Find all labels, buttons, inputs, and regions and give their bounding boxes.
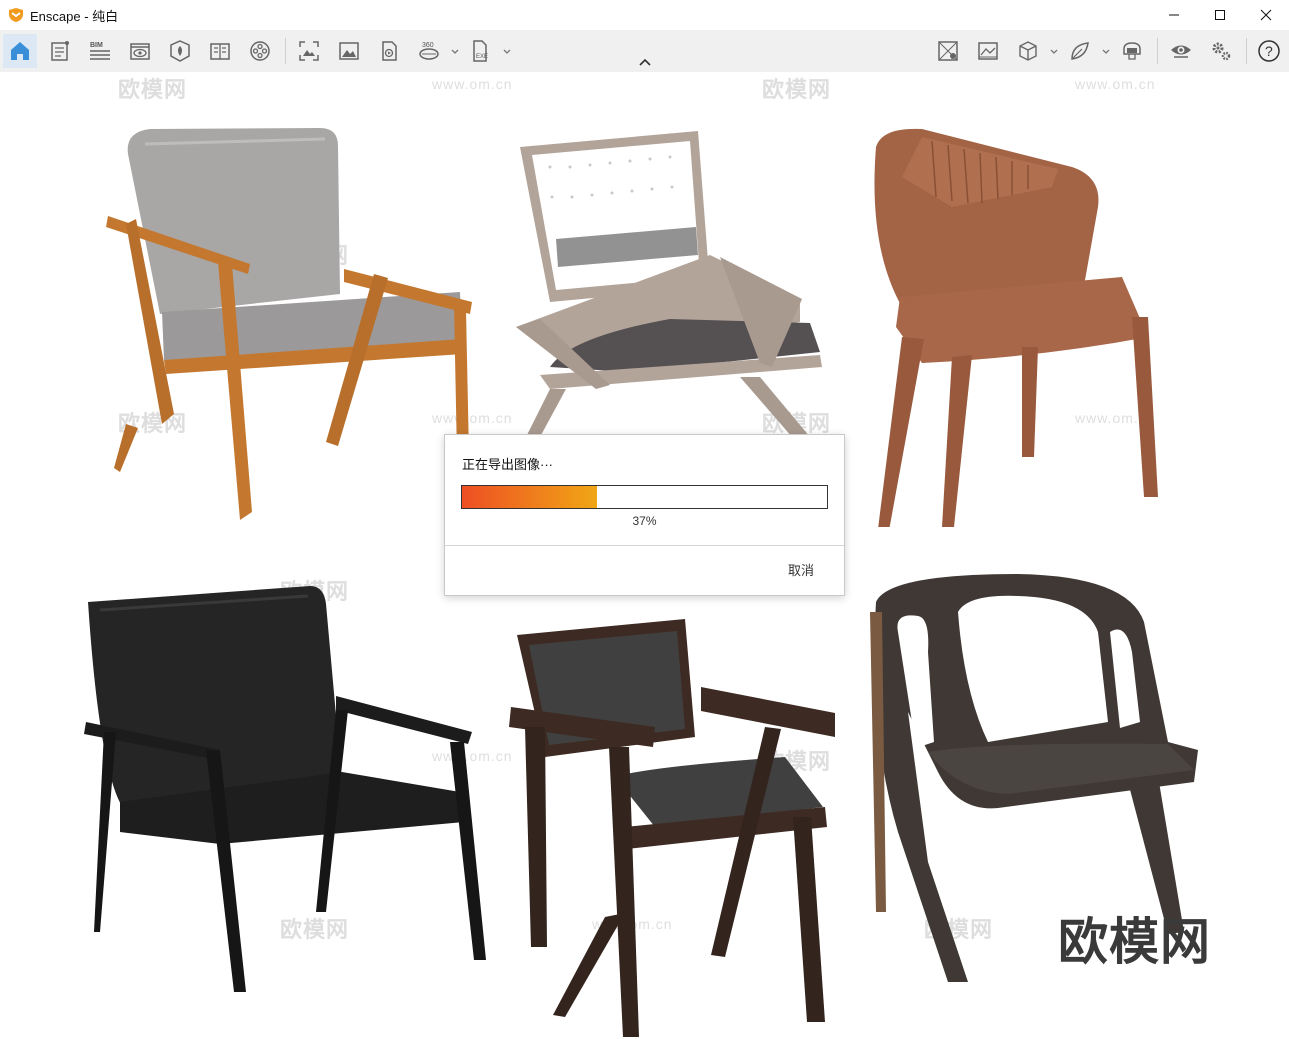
svg-text:360: 360 xyxy=(422,42,434,49)
home-button[interactable] xyxy=(3,34,37,68)
material-icon xyxy=(938,41,958,61)
vegetation-button[interactable] xyxy=(1063,34,1097,68)
dark-wood-leather-chair xyxy=(509,619,835,1037)
texture-icon xyxy=(978,42,998,60)
progress-percent-label: 37% xyxy=(632,514,657,528)
close-icon xyxy=(1260,9,1272,21)
watermark-url: www.om.cn xyxy=(432,76,513,92)
help-icon: ? xyxy=(1258,40,1280,62)
exe-export-button[interactable]: EXE xyxy=(463,34,497,68)
eye-icon xyxy=(1171,45,1191,58)
document-icon xyxy=(51,41,69,61)
watermark-logo: 欧模网 xyxy=(762,77,832,102)
cube-dropdown[interactable] xyxy=(1049,44,1059,56)
black-lounge-chair xyxy=(84,586,486,992)
enscape-toolbar: BIM 360 EXE ? xyxy=(0,30,1289,73)
document-button[interactable] xyxy=(43,34,77,68)
exe-export-icon: EXE xyxy=(473,40,488,62)
bim-button[interactable]: BIM xyxy=(83,34,117,68)
maximize-icon xyxy=(1215,10,1225,20)
dialog-divider xyxy=(445,545,844,546)
exe-dropdown[interactable] xyxy=(502,44,512,56)
window-title: Enscape - 纯白 xyxy=(30,8,119,24)
progress-bar xyxy=(461,485,828,509)
vr-headset-button[interactable] xyxy=(1115,34,1149,68)
render-image-button[interactable] xyxy=(332,34,366,68)
toolbar-separator xyxy=(1157,38,1158,64)
svg-text:?: ? xyxy=(1265,43,1273,59)
visibility-button[interactable] xyxy=(123,34,157,68)
visibility-icon xyxy=(130,43,150,60)
screenshot-icon xyxy=(299,41,319,61)
wooden-lounge-chair xyxy=(106,128,472,520)
material-button[interactable] xyxy=(931,34,965,68)
svg-text:BIM: BIM xyxy=(90,42,103,49)
enscape-logo-icon xyxy=(9,8,23,22)
leaf-icon xyxy=(1071,42,1089,60)
cancel-button[interactable]: 取消 xyxy=(788,560,814,579)
title-bar: Enscape - 纯白 xyxy=(0,0,1289,30)
brand-watermark: 欧模网 xyxy=(1058,913,1211,971)
video-icon xyxy=(382,41,397,61)
vegetation-dropdown[interactable] xyxy=(1101,44,1111,56)
chevron-down-icon xyxy=(451,49,459,54)
chevron-down-icon xyxy=(503,49,511,54)
maximize-button[interactable] xyxy=(1197,0,1243,30)
minimize-icon xyxy=(1169,14,1179,16)
film-reel-button[interactable] xyxy=(243,34,277,68)
settings-button[interactable] xyxy=(1204,34,1238,68)
film-reel-icon xyxy=(250,41,270,61)
export-progress-dialog: 正在导出图像··· 37% 取消 xyxy=(444,434,845,596)
collapse-toolbar-icon[interactable] xyxy=(637,56,653,68)
asset-library-icon xyxy=(170,40,190,62)
progress-fill xyxy=(462,486,598,508)
panorama-dropdown[interactable] xyxy=(450,44,460,56)
panorama-button[interactable]: 360 xyxy=(412,34,446,68)
cube-button[interactable] xyxy=(1011,34,1045,68)
vr-headset-icon xyxy=(1123,42,1141,60)
image-icon xyxy=(339,42,359,60)
toolbar-separator xyxy=(285,38,286,64)
leather-dining-chair xyxy=(874,128,1158,527)
video-button[interactable] xyxy=(372,34,406,68)
svg-text:EXE: EXE xyxy=(476,54,488,60)
watermark-url: www.om.cn xyxy=(1075,76,1156,92)
book-icon xyxy=(210,43,230,60)
bim-icon: BIM xyxy=(90,42,110,60)
view-settings-button[interactable] xyxy=(1164,34,1198,68)
watermark-logo: 欧模网 xyxy=(118,77,188,102)
asset-library-button[interactable] xyxy=(163,34,197,68)
rattan-back-chair xyxy=(516,131,822,437)
chevron-down-icon xyxy=(1050,49,1058,54)
settings-icon xyxy=(1212,42,1231,61)
panorama-360-icon: 360 xyxy=(419,42,439,60)
chevron-down-icon xyxy=(1102,49,1110,54)
cube-icon xyxy=(1019,41,1037,61)
minimize-button[interactable] xyxy=(1151,0,1197,30)
close-button[interactable] xyxy=(1243,0,1289,30)
help-button[interactable]: ? xyxy=(1252,34,1286,68)
dialog-title: 正在导出图像··· xyxy=(462,457,553,472)
toolbar-separator xyxy=(1246,38,1247,64)
texture-button[interactable] xyxy=(971,34,1005,68)
screenshot-button[interactable] xyxy=(292,34,326,68)
home-icon xyxy=(11,42,29,60)
book-button[interactable] xyxy=(203,34,237,68)
